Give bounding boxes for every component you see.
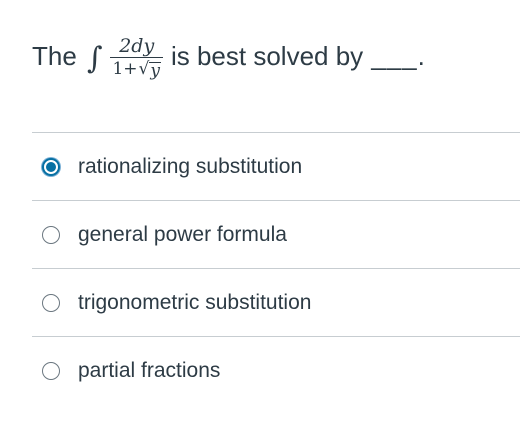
answer-options: rationalizing substitution general power… [32,132,520,404]
denominator-constant: 1+ [112,59,138,80]
question-suffix: is best solved by [170,40,364,71]
answer-option-general-power-formula[interactable]: general power formula [32,201,520,268]
radio-button[interactable] [42,361,60,380]
answer-option-trigonometric-substitution[interactable]: trigonometric substitution [32,269,520,336]
option-label: rationalizing substitution [78,154,303,178]
radical-sign: √ [138,59,150,80]
radio-button[interactable] [42,225,60,244]
question-text: The ∫ 2dy 1+ √ y is best solved by ___. [32,28,426,84]
fraction-denominator: 1+ √ y [110,58,163,80]
option-label: general power formula [78,222,287,246]
integral-symbol: ∫ [86,40,103,76]
option-label: trigonometric substitution [78,290,312,314]
question-prefix: The [32,40,77,71]
answer-option-partial-fractions[interactable]: partial fractions [32,337,520,404]
answer-option-rationalizing-substitution[interactable]: rationalizing substitution [32,133,520,200]
option-label: partial fractions [78,358,221,382]
radio-button[interactable] [42,293,60,312]
answer-blank: ___. [371,40,426,71]
radicand: y [149,61,161,82]
fraction-numerator: 2dy [119,34,155,57]
radio-button-selected[interactable] [42,157,60,176]
integrand-fraction: 2dy 1+ √ y [110,36,163,81]
